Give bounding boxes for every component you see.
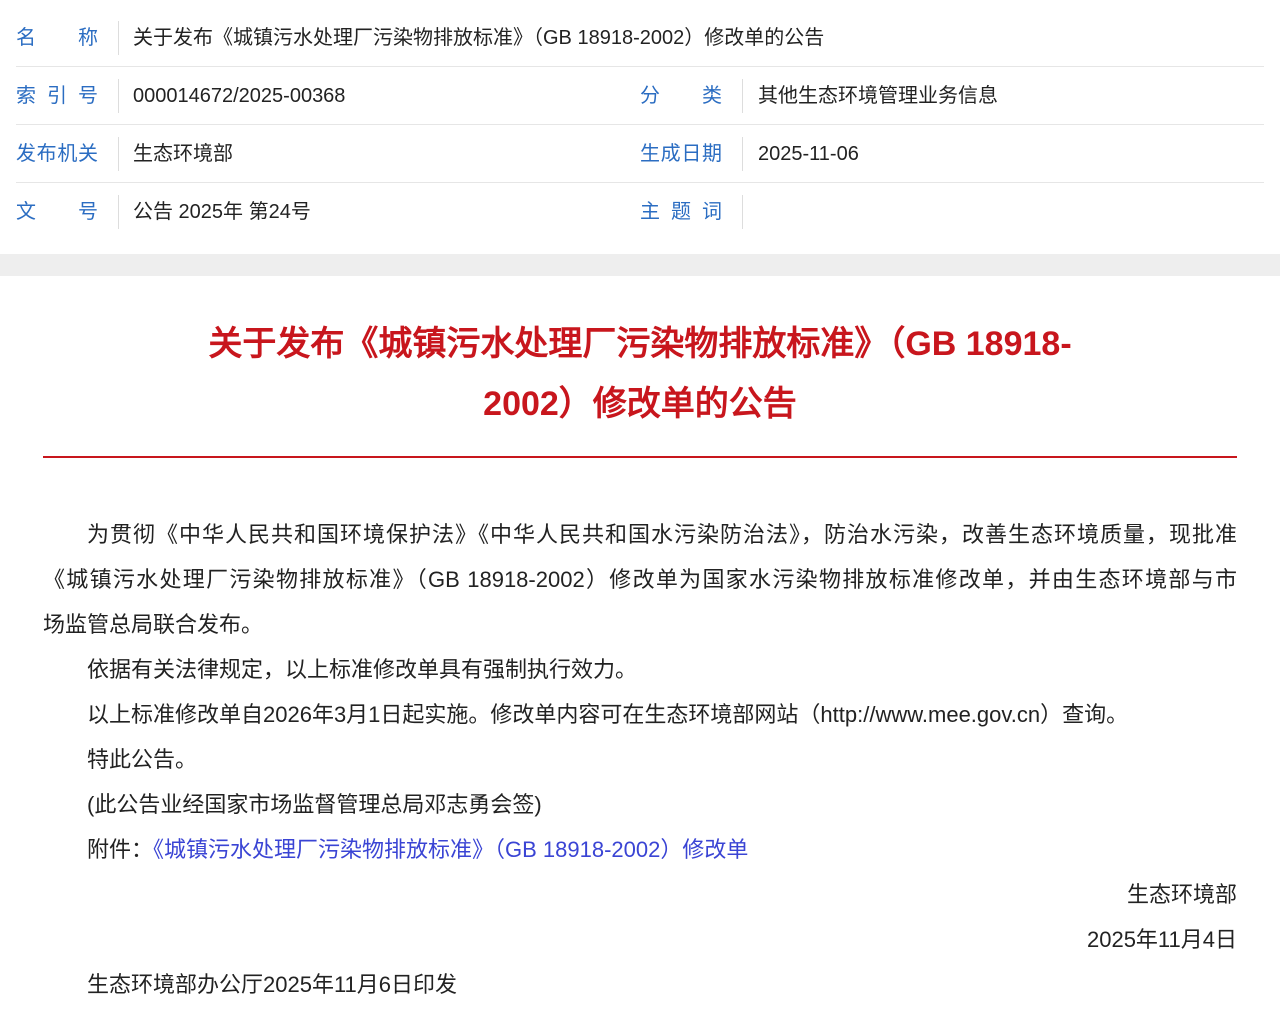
- metadata-table: 名 称 关于发布《城镇污水处理厂污染物排放标准》（GB 18918-2002）修…: [16, 9, 1264, 241]
- meta-cell-index: 索 引 号 000014672/2025-00368: [16, 67, 640, 124]
- meta-separator: [118, 20, 119, 55]
- print-note: 生态环境部办公厅2025年11月6日印发: [87, 972, 458, 997]
- paragraph-3: 以上标准修改单自2026年3月1日起实施。修改单内容可在生态环境部网站（http…: [87, 702, 1129, 727]
- paragraph-2: 依据有关法律规定，以上标准修改单具有强制执行效力。: [87, 657, 638, 682]
- meta-separator: [742, 78, 743, 113]
- attachment-link[interactable]: 《城镇污水处理厂污染物排放标准》（GB 18918-2002）修改单: [153, 837, 748, 862]
- meta-row-doc-no: 文 号 公告 2025年 第24号 主 题 词: [16, 183, 1264, 241]
- signature-date: 2025年11月4日: [1086, 927, 1237, 952]
- date-value: 2025-11-06: [758, 142, 859, 165]
- category-value: 其他生态环境管理业务信息: [758, 84, 998, 107]
- countersign-note: (此公告业经国家市场监督管理总局邓志勇会签): [87, 792, 542, 817]
- doc-no-value: 公告 2025年 第24号: [133, 201, 311, 223]
- meta-cell-date: 生成日期 2025-11-06: [640, 125, 1264, 182]
- meta-row-index: 索 引 号 000014672/2025-00368 分 类 其他生态环境管理业…: [16, 67, 1264, 125]
- meta-cell-name: 名 称 关于发布《城镇污水处理厂污染物排放标准》（GB 18918-2002）修…: [16, 9, 1264, 66]
- meta-cell-issuer: 发布机关 生态环境部: [16, 125, 640, 182]
- meta-row-issuer: 发布机关 生态环境部 生成日期 2025-11-06: [16, 125, 1264, 183]
- issuer-label: 发布机关: [16, 142, 98, 165]
- meta-separator: [742, 195, 743, 229]
- title-divider: [43, 456, 1237, 458]
- issuer-value: 生态环境部: [133, 142, 233, 165]
- paragraph-line: 为贯彻《中华人民共和国环境保护法》《中华人民共和国水污染防治法》，防治水污染，改…: [87, 522, 1237, 547]
- paragraph-4: 特此公告。: [87, 747, 198, 772]
- meta-separator: [742, 136, 743, 171]
- article-title-line: 关于发布《城镇污水处理厂污染物排放标准》（GB 18918-: [208, 325, 1072, 363]
- paragraph-1: 为贯彻《中华人民共和国环境保护法》《中华人民共和国水污染防治法》，防治水污染，改…: [43, 512, 1237, 647]
- meta-cell-doc-no: 文 号 公告 2025年 第24号: [16, 183, 640, 241]
- paragraph-line: 场监管总局联合发布。: [43, 612, 264, 637]
- attachment-line: 附件：《城镇污水处理厂污染物排放标准》（GB 18918-2002）修改单: [43, 827, 1237, 872]
- meta-cell-category: 分 类 其他生态环境管理业务信息: [640, 67, 1264, 124]
- name-value: 关于发布《城镇污水处理厂污染物排放标准》（GB 18918-2002）修改单的公…: [133, 26, 825, 49]
- meta-separator: [118, 136, 119, 171]
- section-divider-band: [0, 254, 1280, 276]
- article-body: 为贯彻《中华人民共和国环境保护法》《中华人民共和国水污染防治法》，防治水污染，改…: [43, 512, 1237, 1007]
- article-title-line: 2002）修改单的公告: [483, 385, 797, 423]
- signature-org: 生态环境部: [1126, 882, 1237, 907]
- doc-no-label: 文 号: [16, 201, 98, 223]
- index-value: 000014672/2025-00368: [133, 84, 346, 107]
- paragraph-line: 《城镇污水处理厂污染物排放标准》（GB 18918-2002）修改单为国家水污染…: [43, 567, 1237, 592]
- keywords-label: 主 题 词: [640, 201, 722, 223]
- meta-separator: [118, 78, 119, 113]
- index-label: 索 引 号: [16, 84, 98, 107]
- name-label: 名 称: [16, 26, 98, 49]
- meta-row-name: 名 称 关于发布《城镇污水处理厂污染物排放标准》（GB 18918-2002）修…: [16, 9, 1264, 67]
- category-label: 分 类: [640, 84, 722, 107]
- date-label: 生成日期: [640, 142, 722, 165]
- meta-separator: [118, 195, 119, 229]
- attachment-label: 附件：: [87, 837, 154, 862]
- meta-cell-keywords: 主 题 词: [640, 183, 1264, 241]
- article-title: 关于发布《城镇污水处理厂污染物排放标准》（GB 18918- 2002）修改单的…: [43, 314, 1237, 434]
